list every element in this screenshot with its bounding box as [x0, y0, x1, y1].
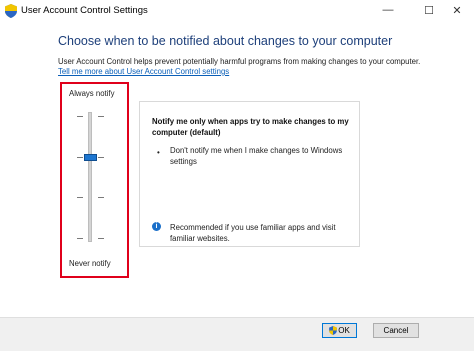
slider-bottom-label: Never notify — [69, 259, 111, 268]
title-bar: User Account Control Settings — ☐ ✕ — [0, 0, 474, 22]
slider-tick — [77, 238, 83, 239]
ok-button-label: OK — [338, 326, 350, 335]
slider-tick — [98, 157, 104, 158]
cancel-button[interactable]: Cancel — [373, 323, 419, 338]
info-icon: i — [152, 222, 161, 231]
setting-detail: Don't notify me when I make changes to W… — [170, 146, 343, 166]
close-button[interactable]: ✕ — [440, 0, 474, 20]
slider-tick — [77, 157, 83, 158]
description-text: User Account Control helps prevent poten… — [58, 57, 421, 66]
minimize-button[interactable]: — — [371, 0, 405, 20]
page-title: Choose when to be notified about changes… — [58, 34, 393, 48]
setting-title: Notify me only when apps try to make cha… — [152, 117, 349, 137]
slider-tick — [98, 116, 104, 117]
slider-top-label: Always notify — [69, 89, 115, 98]
learn-more-link[interactable]: Tell me more about User Account Control … — [58, 67, 229, 76]
uac-shield-icon — [5, 4, 17, 18]
slider-track[interactable] — [88, 112, 92, 242]
slider-tick — [77, 116, 83, 117]
slider-highlight-box — [60, 82, 129, 278]
slider-tick — [98, 197, 104, 198]
window-title: User Account Control Settings — [21, 5, 148, 16]
slider-tick — [77, 197, 83, 198]
slider-thumb[interactable] — [84, 154, 97, 161]
uac-shield-icon — [329, 326, 338, 335]
bullet-icon: • — [157, 148, 160, 157]
recommendation-text: Recommended if you use familiar apps and… — [170, 223, 336, 243]
ok-button[interactable]: OK — [322, 323, 357, 338]
slider-tick — [98, 238, 104, 239]
